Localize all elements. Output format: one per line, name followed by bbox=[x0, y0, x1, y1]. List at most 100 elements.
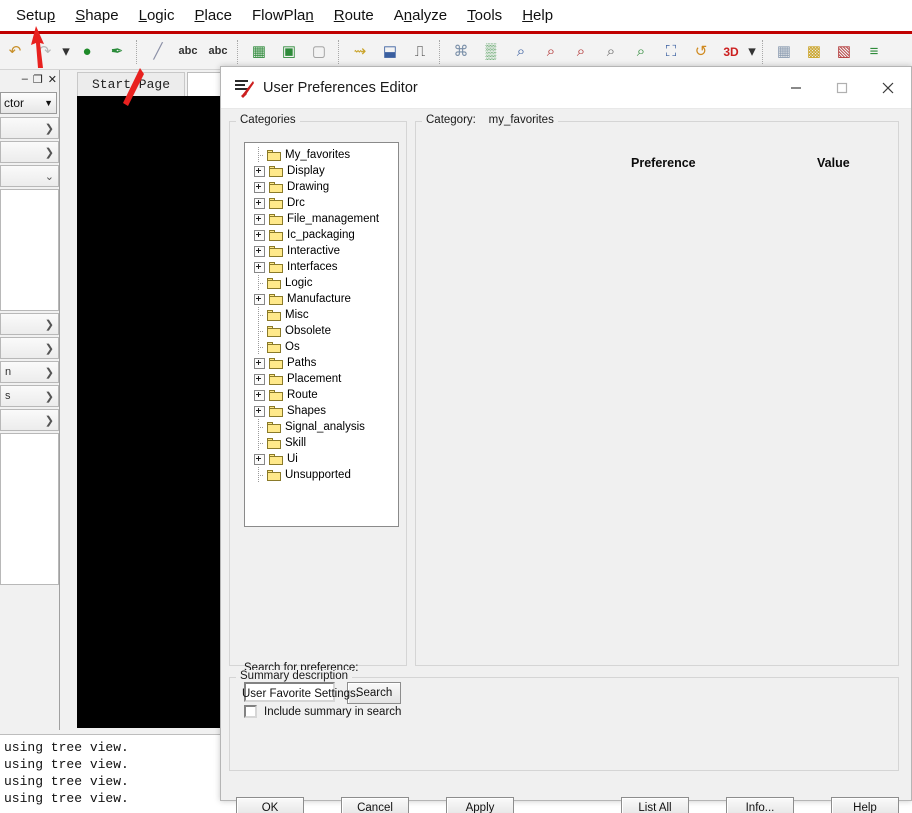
tree-item[interactable]: Ui bbox=[245, 451, 398, 467]
expand-plus-icon[interactable] bbox=[254, 453, 265, 465]
left-dock-close-icon[interactable]: ✕ bbox=[48, 73, 57, 86]
expand-plus-icon[interactable] bbox=[254, 405, 265, 417]
menu-item-setup[interactable]: Setup bbox=[6, 5, 65, 26]
left-dock-minimize-icon[interactable]: – bbox=[22, 73, 28, 85]
tree-item[interactable]: Logic bbox=[245, 274, 398, 291]
redo-dropdown-caret-icon[interactable]: ▾ bbox=[60, 40, 72, 64]
ok-button[interactable]: OK bbox=[236, 797, 304, 813]
help-button[interactable]: Help bbox=[831, 797, 899, 813]
left-dock-selector-combo[interactable]: ctor ▼ bbox=[0, 92, 57, 114]
expand-plus-icon[interactable] bbox=[254, 197, 265, 209]
line-icon[interactable]: ╱ bbox=[144, 38, 172, 66]
left-dock-section[interactable]: n ❯ bbox=[0, 361, 59, 383]
tree-item[interactable]: Skill bbox=[245, 434, 398, 451]
tree-item[interactable]: Obsolete bbox=[245, 322, 398, 339]
menu-item-analyze[interactable]: Analyze bbox=[384, 5, 457, 26]
die-icon[interactable]: ▢ bbox=[305, 38, 333, 66]
refresh-icon[interactable]: ↺ bbox=[687, 38, 715, 66]
tab-start-page[interactable]: Start Page bbox=[77, 72, 185, 96]
tree-item[interactable]: Display bbox=[245, 163, 398, 179]
list-all-button[interactable]: List All bbox=[621, 797, 689, 813]
expand-plus-icon[interactable] bbox=[254, 181, 265, 193]
tree-item[interactable]: Placement bbox=[245, 371, 398, 387]
add-text-icon[interactable]: abc bbox=[174, 38, 202, 66]
info-button[interactable]: Info... bbox=[726, 797, 794, 813]
tree-item[interactable]: Interactive bbox=[245, 243, 398, 259]
zoom-world-icon[interactable]: ⛶ bbox=[657, 38, 685, 66]
left-dock-section[interactable]: ❯ bbox=[0, 117, 59, 139]
zoom-fit-icon[interactable]: ⌕ bbox=[537, 38, 565, 66]
dialog-maximize-button[interactable] bbox=[819, 67, 865, 108]
tree-item[interactable]: Misc bbox=[245, 306, 398, 323]
pin-icon[interactable]: ✒ bbox=[103, 38, 131, 66]
expand-plus-icon[interactable] bbox=[254, 229, 265, 241]
tree-item[interactable]: Drc bbox=[245, 195, 398, 211]
three-d-icon[interactable]: 3D bbox=[717, 38, 745, 66]
undo-icon[interactable]: ↶ bbox=[1, 38, 29, 66]
tree-item[interactable]: Drawing bbox=[245, 179, 398, 195]
menu-item-logic[interactable]: Logic bbox=[129, 5, 185, 26]
layers-icon[interactable]: ▧ bbox=[830, 38, 858, 66]
color-views-icon[interactable]: ▩ bbox=[800, 38, 828, 66]
dialog-title-bar[interactable]: User Preferences Editor bbox=[221, 67, 911, 109]
left-dock-restore-icon[interactable]: ❐ bbox=[33, 73, 43, 86]
zoom-in-icon[interactable]: ⌕ bbox=[567, 38, 595, 66]
cancel-button[interactable]: Cancel bbox=[341, 797, 409, 813]
redo-icon[interactable]: ↷ bbox=[31, 38, 59, 66]
expand-plus-icon[interactable] bbox=[254, 213, 265, 225]
layer-stack-icon[interactable]: ≡ bbox=[860, 38, 888, 66]
tree-item[interactable]: Unsupported bbox=[245, 466, 398, 483]
place-component-icon[interactable]: ▦ bbox=[245, 38, 273, 66]
quickplace-icon[interactable]: ▣ bbox=[275, 38, 303, 66]
tree-item[interactable]: My_favorites bbox=[245, 146, 398, 163]
left-dock-section[interactable]: ❯ bbox=[0, 409, 59, 431]
edit-text-icon[interactable]: abc bbox=[204, 38, 232, 66]
add-connect-icon[interactable]: ⇝ bbox=[346, 38, 374, 66]
tree-item[interactable]: Interfaces bbox=[245, 259, 398, 275]
tree-item[interactable]: Signal_analysis bbox=[245, 418, 398, 435]
expand-plus-icon[interactable] bbox=[254, 357, 265, 369]
preferences-list[interactable] bbox=[422, 176, 892, 660]
grid-net-icon[interactable]: ▒ bbox=[477, 38, 505, 66]
tree-item[interactable]: Shapes bbox=[245, 403, 398, 419]
delay-tune-icon[interactable]: ⎍ bbox=[406, 38, 434, 66]
expand-plus-icon[interactable] bbox=[254, 261, 265, 273]
expand-plus-icon[interactable] bbox=[254, 373, 265, 385]
folder-icon bbox=[267, 341, 281, 353]
dialog-close-button[interactable] bbox=[865, 67, 911, 108]
tree-item[interactable]: File_management bbox=[245, 211, 398, 227]
expand-plus-icon[interactable] bbox=[254, 293, 265, 305]
left-dock-section[interactable]: ❯ bbox=[0, 141, 59, 163]
fanout-icon[interactable]: ⬓ bbox=[376, 38, 404, 66]
zoom-by-points-icon[interactable]: ⌕ bbox=[507, 38, 535, 66]
menu-item-shape[interactable]: Shape bbox=[65, 5, 128, 26]
apply-button[interactable]: Apply bbox=[446, 797, 514, 813]
ratsnest-icon[interactable]: ⌘ bbox=[447, 38, 475, 66]
expand-plus-icon[interactable] bbox=[254, 389, 265, 401]
menu-item-route[interactable]: Route bbox=[324, 5, 384, 26]
tree-item[interactable]: Paths bbox=[245, 355, 398, 371]
tree-item[interactable]: Ic_packaging bbox=[245, 227, 398, 243]
tree-item[interactable]: Manufacture bbox=[245, 291, 398, 307]
categories-tree[interactable]: My_favorites Display Drawing Drc File_manage… bbox=[244, 142, 399, 527]
tree-item[interactable]: Os bbox=[245, 338, 398, 355]
expand-plus-icon[interactable] bbox=[254, 165, 265, 177]
zoom-previous-icon[interactable]: ⌕ bbox=[627, 38, 655, 66]
three-d-dropdown-caret-icon[interactable]: ▾ bbox=[746, 40, 758, 64]
expand-plus-icon[interactable] bbox=[254, 245, 265, 257]
grid-toggle-icon[interactable]: ▦ bbox=[770, 38, 798, 66]
zoom-out-icon[interactable]: ⌕ bbox=[597, 38, 625, 66]
tree-item[interactable]: Route bbox=[245, 387, 398, 403]
left-dock-section[interactable]: ❯ bbox=[0, 313, 59, 335]
dialog-minimize-button[interactable] bbox=[773, 67, 819, 108]
chevron-right-icon: ❯ bbox=[44, 366, 54, 379]
menu-item-tools[interactable]: Tools bbox=[457, 5, 512, 26]
tree-item-label: Ic_packaging bbox=[287, 229, 355, 241]
balloon-icon[interactable]: ● bbox=[73, 38, 101, 66]
menu-item-place[interactable]: Place bbox=[184, 5, 242, 26]
menu-item-flowplan[interactable]: FlowPlan bbox=[242, 5, 324, 26]
left-dock-section[interactable]: ❯ bbox=[0, 337, 59, 359]
left-dock-section-expanded[interactable]: ⌄ bbox=[0, 165, 59, 187]
left-dock-section[interactable]: s ❯ bbox=[0, 385, 59, 407]
menu-item-help[interactable]: Help bbox=[512, 5, 563, 26]
